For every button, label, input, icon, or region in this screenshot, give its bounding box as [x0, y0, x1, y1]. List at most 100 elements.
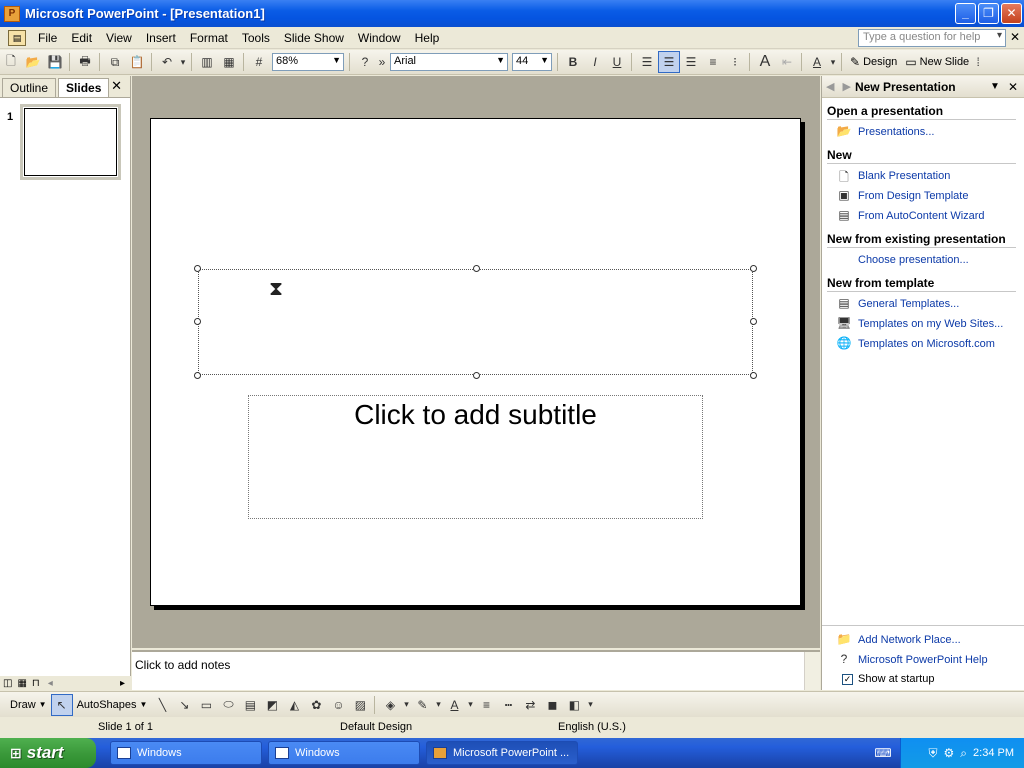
help-icon[interactable]: ? — [354, 51, 376, 73]
italic-icon[interactable]: I — [584, 51, 606, 73]
save-icon[interactable]: 💾 — [44, 51, 66, 73]
open-icon[interactable]: 📂 — [22, 51, 44, 73]
chevron-down-icon[interactable]: ▼ — [332, 55, 341, 65]
menu-view[interactable]: View — [100, 29, 138, 47]
chevron-down-icon[interactable]: ▾ — [401, 694, 411, 716]
resize-handle[interactable] — [473, 265, 480, 272]
menu-tools[interactable]: Tools — [236, 29, 276, 47]
restore-button[interactable]: ❐ — [978, 3, 999, 24]
menu-format[interactable]: Format — [184, 29, 234, 47]
resize-handle[interactable] — [194, 318, 201, 325]
resize-handle[interactable] — [750, 372, 757, 379]
menu-slide-show[interactable]: Slide Show — [278, 29, 350, 47]
slide-sorter-view-icon[interactable]: ▦ — [17, 678, 26, 689]
chevron-down-icon[interactable]: ▼ — [990, 81, 1000, 92]
resize-handle[interactable] — [194, 372, 201, 379]
font-size-select[interactable]: 44 ▼ — [512, 53, 552, 71]
link-add-network-place[interactable]: 📁 Add Network Place... — [836, 630, 1024, 650]
select-pointer-icon[interactable]: ↖ — [50, 693, 73, 716]
insert-chart-icon[interactable]: ▥ — [196, 51, 218, 73]
link-autocontent-wizard[interactable]: ▤ From AutoContent Wizard — [836, 206, 1024, 226]
copy-icon[interactable]: ⧉ — [104, 51, 126, 73]
back-icon[interactable]: ◀ — [826, 80, 834, 93]
rectangle-icon[interactable]: ▭ — [195, 694, 217, 716]
show-at-startup-checkbox[interactable]: ✓ Show at startup — [842, 670, 1024, 688]
chevron-down-icon[interactable]: ▼ — [540, 55, 549, 65]
underline-icon[interactable]: U — [606, 51, 628, 73]
align-right-icon[interactable]: ☰ — [680, 51, 702, 73]
chevron-down-icon[interactable]: ▾ — [178, 51, 188, 73]
insert-table-icon[interactable]: ▦ — [218, 51, 240, 73]
toolbar-options-icon[interactable]: ▾ — [585, 694, 595, 716]
bold-icon[interactable]: B — [562, 51, 584, 73]
taskbar-item-windows[interactable]: Windows — [110, 741, 262, 765]
close-document-icon[interactable]: ✕ — [1010, 30, 1020, 44]
design-button[interactable]: ✎ Design — [846, 55, 901, 69]
link-general-templates[interactable]: ▤ General Templates... — [836, 294, 1024, 314]
tab-outline[interactable]: Outline — [2, 78, 57, 97]
notes-pane[interactable]: Click to add notes — [132, 650, 820, 690]
scroll-left-icon[interactable]: ◂ — [48, 678, 53, 689]
bullets-icon[interactable]: ⁝ — [724, 51, 746, 73]
link-templates-web-sites[interactable]: 🖥 Templates on my Web Sites... — [836, 314, 1024, 334]
slide[interactable]: ⧗ Click to add subtitle — [150, 118, 801, 606]
menu-insert[interactable]: Insert — [140, 29, 182, 47]
link-from-design-template[interactable]: ▣ From Design Template — [836, 186, 1024, 206]
justify-icon[interactable]: ≡ — [702, 51, 724, 73]
toolbar-options-icon[interactable]: ⁞ — [973, 51, 983, 73]
checkmark-icon[interactable]: ✓ — [842, 673, 853, 685]
resize-handle[interactable] — [750, 318, 757, 325]
paste-icon[interactable]: 📋 — [126, 51, 148, 73]
shadow-icon[interactable]: ◼ — [541, 694, 563, 716]
help-search-input[interactable]: Type a question for help ▾ — [858, 29, 1006, 47]
chevron-down-icon[interactable]: ▼ — [496, 55, 505, 65]
chevron-down-icon[interactable]: ▾ — [465, 694, 475, 716]
dash-style-icon[interactable]: ┅ — [497, 694, 519, 716]
picture-icon[interactable]: ▨ — [349, 694, 371, 716]
taskbar-item-windows[interactable]: Windows — [268, 741, 420, 765]
normal-view-icon[interactable]: ◫ — [3, 678, 12, 689]
shield-icon[interactable]: ⛨ — [929, 746, 938, 761]
oval-icon[interactable]: ⬭ — [217, 694, 239, 716]
menu-file[interactable]: File — [32, 29, 63, 47]
taskbar-item-powerpoint[interactable]: Microsoft PowerPoint ... — [426, 741, 578, 765]
decrease-indent-icon[interactable]: ⇤ — [776, 51, 798, 73]
keyboard-icon[interactable]: ⌨ — [872, 742, 894, 764]
line-color-icon[interactable]: ✎ — [411, 694, 433, 716]
close-icon[interactable]: ✕ — [111, 78, 122, 94]
document-control-icon[interactable]: ▤ — [8, 29, 26, 46]
3d-icon[interactable]: ◧ — [563, 694, 585, 716]
slide-thumbnail[interactable] — [20, 104, 121, 180]
undo-icon[interactable]: ↶ — [156, 51, 178, 73]
scroll-right-icon[interactable]: ▸ — [120, 678, 125, 689]
align-left-icon[interactable]: ☰ — [636, 51, 658, 73]
line-style-icon[interactable]: ≡ — [475, 694, 497, 716]
menu-edit[interactable]: Edit — [65, 29, 98, 47]
link-blank-presentation[interactable]: 🗋 Blank Presentation — [836, 166, 1024, 186]
arrow-icon[interactable]: ↘ — [173, 694, 195, 716]
chevron-down-icon[interactable]: ▾ — [828, 51, 838, 73]
close-icon[interactable]: ✕ — [1008, 80, 1018, 94]
slide-show-view-icon[interactable]: ⊓ — [32, 678, 40, 689]
chevron-down-icon[interactable]: ▾ — [433, 694, 443, 716]
tab-slides[interactable]: Slides — [58, 78, 110, 97]
resize-handle[interactable] — [194, 265, 201, 272]
org-chart-icon[interactable]: ✿ — [305, 694, 327, 716]
start-button[interactable]: ⊞ start — [0, 738, 96, 768]
new-icon[interactable]: 🗋 — [0, 51, 22, 73]
line-icon[interactable]: ╲ — [151, 694, 173, 716]
link-choose-presentation[interactable]: Choose presentation... — [836, 250, 1024, 270]
notes-scrollbar[interactable] — [804, 652, 820, 690]
subtitle-placeholder[interactable]: Click to add subtitle — [248, 395, 703, 519]
resize-handle[interactable] — [473, 372, 480, 379]
minimize-button[interactable]: _ — [955, 3, 976, 24]
link-presentations[interactable]: 📂 Presentations... — [836, 122, 1024, 142]
grid-icon[interactable]: # — [248, 51, 270, 73]
search-icon[interactable]: ⌕ — [960, 746, 967, 761]
powerpoint-app-icon[interactable]: P — [4, 5, 20, 22]
chevron-down-icon[interactable]: ▾ — [997, 30, 1002, 41]
clip-art-icon[interactable]: ☺ — [327, 694, 349, 716]
link-templates-microsoft[interactable]: 🌐 Templates on Microsoft.com — [836, 334, 1024, 354]
network-icon[interactable]: ⚙ — [944, 746, 955, 760]
align-center-icon[interactable]: ☰ — [658, 51, 680, 73]
